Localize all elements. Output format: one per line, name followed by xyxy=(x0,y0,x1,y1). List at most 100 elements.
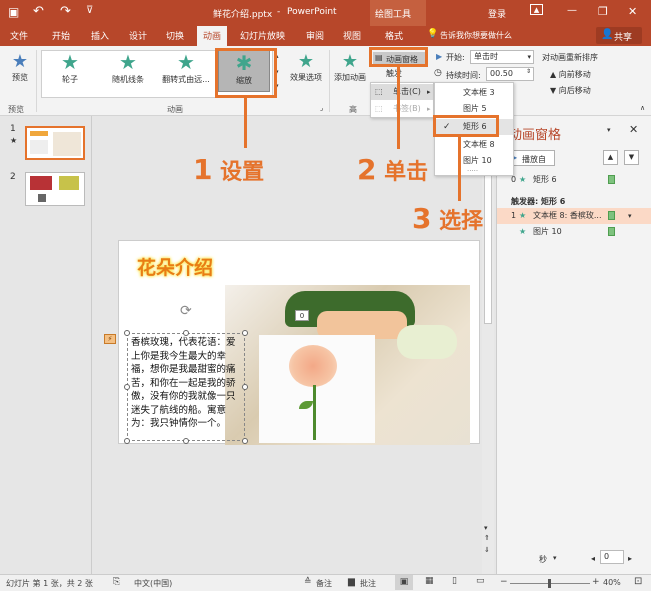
spellcheck-icon[interactable]: ⎘ xyxy=(113,577,120,587)
submenu-more[interactable]: ..... xyxy=(467,165,478,173)
reading-view-icon[interactable]: ▯ xyxy=(452,576,457,586)
close-button[interactable]: ✕ xyxy=(628,5,637,18)
resize-handle[interactable] xyxy=(124,384,130,390)
share-button[interactable]: 👤 共享 xyxy=(596,27,642,44)
animation-list-item[interactable]: 0 ★ 矩形 6 xyxy=(497,172,651,188)
add-animation-button[interactable]: ★ 添加动画 xyxy=(331,52,369,94)
tab-home[interactable]: 开始 xyxy=(52,29,70,42)
slide-thumbnail-1[interactable] xyxy=(25,126,85,160)
tab-format[interactable]: 格式 xyxy=(385,29,403,42)
submenu-item[interactable]: 文本框 3 xyxy=(435,85,513,101)
rose-image[interactable] xyxy=(259,335,375,443)
dialog-launcher-icon[interactable]: ⌟ xyxy=(320,104,323,112)
minimize-button[interactable]: — xyxy=(567,5,577,16)
close-pane-icon[interactable]: ✕ xyxy=(629,123,638,136)
tab-review[interactable]: 审阅 xyxy=(306,29,324,42)
start-select[interactable]: 单击时 ▾ xyxy=(470,50,534,64)
zoom-in-icon[interactable]: + xyxy=(592,577,600,587)
effect-options-button[interactable]: ★ 效果选项 xyxy=(286,52,326,94)
timing-bar xyxy=(608,211,615,220)
share-label: 共享 xyxy=(614,33,633,43)
chevron-down-icon[interactable]: ▾ xyxy=(628,208,632,224)
chevron-right-icon: ▸ xyxy=(427,88,431,96)
next-slide-icon[interactable]: ⇓ xyxy=(484,546,490,554)
tab-animations[interactable]: 动画 xyxy=(197,26,228,46)
animation-list-item[interactable]: ★ 图片 10 xyxy=(497,224,651,240)
rotate-handle-icon[interactable]: ⟳ xyxy=(180,303,192,319)
gallery-item-wheel[interactable]: ★ 轮子 xyxy=(44,50,96,92)
gallery-item-flip[interactable]: ★ 翻转式由远... xyxy=(160,50,212,92)
thumb-image xyxy=(53,132,81,156)
spin-icon: ⇕ xyxy=(525,68,531,75)
comments-button[interactable]: 批注 xyxy=(360,578,376,589)
collapse-ribbon-icon[interactable]: ∧ xyxy=(640,104,645,112)
resize-handle[interactable] xyxy=(183,330,189,336)
callout-line-1 xyxy=(244,98,247,148)
gallery-item-random-bars[interactable]: ★ 随机线条 xyxy=(102,50,154,92)
prev-slide-icon[interactable]: ⇑ xyxy=(484,534,490,542)
menu-item-on-click[interactable]: ⬚ 单击(C) ▸ xyxy=(371,84,433,100)
vertical-scrollbar[interactable]: ▴ ▾ ⇑ ⇓ xyxy=(482,116,494,574)
preview-button[interactable]: ★ 预览 xyxy=(5,52,35,92)
resize-handle[interactable] xyxy=(183,438,189,444)
slide-title[interactable]: 花朵介绍 xyxy=(137,253,213,280)
fit-to-window-icon[interactable]: ⊡ xyxy=(634,576,642,587)
language-status[interactable]: 中文(中国) xyxy=(134,578,172,589)
sorter-view-icon[interactable]: ▦ xyxy=(425,576,434,586)
move-up-icon[interactable]: ▲ xyxy=(603,150,618,165)
item-label: 文本框 8: 香槟玫... xyxy=(533,211,602,220)
duration-input[interactable]: 00.50 ⇕ xyxy=(486,67,534,81)
prev-time-icon[interactable]: ◂ xyxy=(591,554,595,563)
move-down-icon[interactable]: ▼ xyxy=(624,150,639,165)
title-separator: - xyxy=(277,7,281,17)
selected-textbox[interactable]: 香槟玫瑰，代表花语：爱上你是我今生最大的幸福，想你是我最甜蜜的痛苦，和你在一起是… xyxy=(127,333,245,441)
chevron-down-icon[interactable]: ▾ xyxy=(553,554,557,562)
notes-icon: ≙ xyxy=(304,577,312,587)
thumb-image xyxy=(38,194,46,202)
zoom-out-icon[interactable]: − xyxy=(500,577,508,587)
play-from-label: 播放自 xyxy=(522,155,546,164)
zoom-level[interactable]: 40% xyxy=(603,578,621,587)
tab-transitions[interactable]: 切换 xyxy=(166,29,184,42)
tell-me-input[interactable]: 告诉我你想要做什么 xyxy=(440,30,512,41)
slideshow-view-icon[interactable]: ▭ xyxy=(476,576,485,586)
ribbon-display-icon[interactable]: ▴ xyxy=(530,4,543,15)
login-link[interactable]: 登录 xyxy=(488,7,506,20)
tab-slideshow[interactable]: 幻灯片放映 xyxy=(240,29,285,42)
start-label: 开始: xyxy=(446,53,465,62)
tab-file[interactable]: 文件 xyxy=(10,29,28,42)
gallery-label: 翻转式由远... xyxy=(162,75,210,84)
animation-list-item-selected[interactable]: 1 ★ 文本框 8: 香槟玫... ▾ xyxy=(497,208,651,224)
tab-insert[interactable]: 插入 xyxy=(91,29,109,42)
reorder-label: 对动画重新排序 xyxy=(542,53,598,62)
textbox-content[interactable]: 香槟玫瑰，代表花语：爱上你是我今生最大的幸福，想你是我最甜蜜的痛苦，和你在一起是… xyxy=(131,336,243,431)
tab-design[interactable]: 设计 xyxy=(129,29,147,42)
resize-handle[interactable] xyxy=(242,384,248,390)
next-time-icon[interactable]: ▸ xyxy=(628,554,632,563)
slide-canvas[interactable]: 花朵介绍 0 ⟳ 香槟玫瑰，代表花语：爱上你是我今生最大的幸福，想你是我最甜蜜的… xyxy=(118,240,480,445)
notes-button[interactable]: 备注 xyxy=(316,578,332,589)
triangle-up-icon: ▲ xyxy=(550,70,557,79)
submenu-item[interactable]: 文本框 8 xyxy=(435,137,513,153)
time-scale-field[interactable]: 0 xyxy=(600,550,624,564)
move-earlier-button[interactable]: ▲ 向前移动 xyxy=(550,69,591,80)
save-icon[interactable]: ▣ xyxy=(8,5,19,19)
slide-thumbnail-2[interactable] xyxy=(25,172,85,206)
bookmark-icon: ⬚ xyxy=(375,104,383,113)
undo-icon[interactable]: ↶ xyxy=(33,4,44,19)
resize-handle[interactable] xyxy=(124,330,130,336)
resize-handle[interactable] xyxy=(242,330,248,336)
tab-view[interactable]: 视图 xyxy=(343,29,361,42)
scroll-down-icon[interactable]: ▾ xyxy=(484,524,488,532)
pane-options-icon[interactable]: ▾ xyxy=(607,126,611,134)
play-from-button[interactable]: ▶ 播放自 xyxy=(507,150,555,166)
restore-button[interactable]: ❐ xyxy=(598,5,608,18)
redo-icon[interactable]: ↷ xyxy=(60,4,71,19)
customize-qat-icon[interactable]: ⊽ xyxy=(86,5,93,16)
random-bars-star-icon: ★ xyxy=(119,50,137,74)
normal-view-icon[interactable]: ▣ xyxy=(395,575,413,590)
zoom-slider-thumb[interactable] xyxy=(548,579,551,588)
resize-handle[interactable] xyxy=(242,438,248,444)
resize-handle[interactable] xyxy=(124,438,130,444)
move-later-button[interactable]: ▼ 向后移动 xyxy=(550,85,591,96)
